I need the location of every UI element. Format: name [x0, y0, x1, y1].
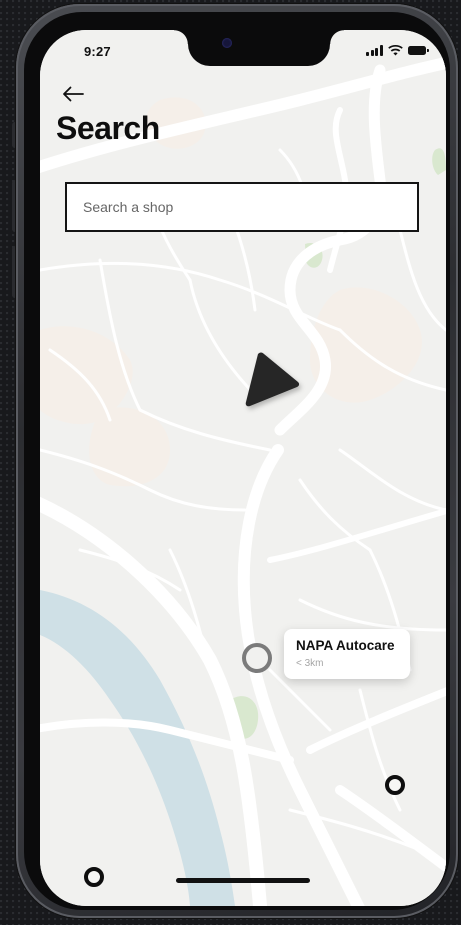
navigation-arrow-icon [245, 352, 300, 407]
home-indicator[interactable] [176, 878, 310, 883]
shop-distance: < 3km [296, 658, 324, 669]
shop-card[interactable]: NAPA Autocare < 3km [284, 629, 410, 679]
app-screen: 9:27 Search NAPA Autocar [40, 30, 446, 906]
device-notch [174, 30, 344, 66]
status-time: 9:27 [84, 44, 111, 59]
shop-name: NAPA Autocare [296, 638, 395, 653]
map-marker[interactable] [385, 775, 405, 795]
search-input[interactable] [67, 184, 417, 230]
signal-icon [366, 45, 383, 56]
map-marker[interactable] [84, 867, 104, 887]
map-view[interactable] [40, 30, 446, 906]
battery-icon [407, 46, 429, 55]
shop-location-pin[interactable] [242, 643, 272, 673]
page-title: Search [56, 110, 160, 146]
arrow-left-icon [63, 86, 84, 102]
back-button[interactable] [62, 82, 90, 106]
wifi-icon [387, 45, 403, 56]
search-box[interactable] [65, 182, 419, 232]
status-icons [366, 44, 429, 56]
front-camera [222, 38, 232, 48]
